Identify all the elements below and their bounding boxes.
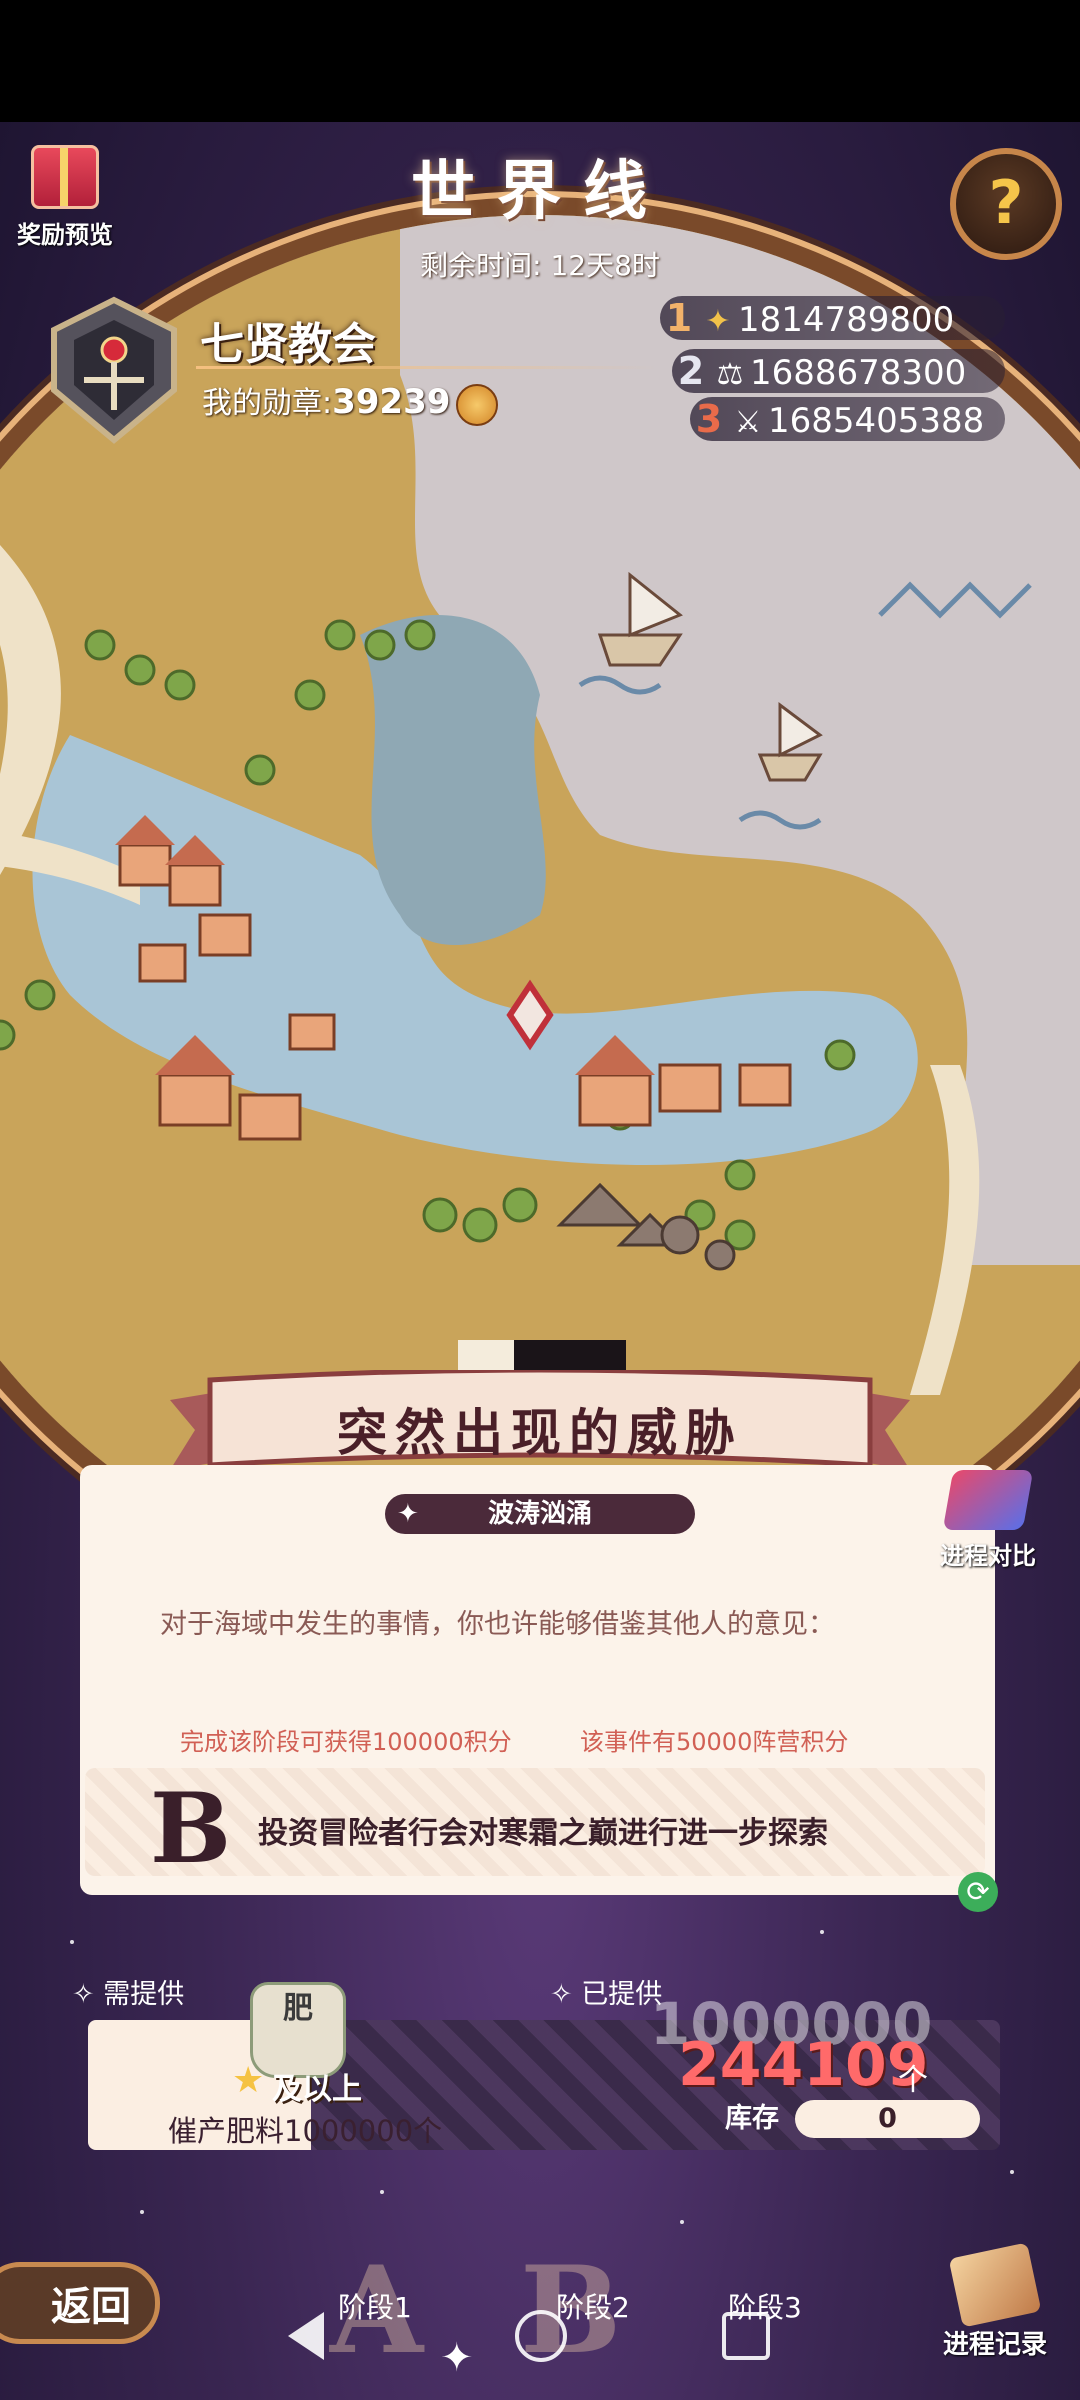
medal-icon — [456, 383, 499, 426]
faction-reward-note: 该事件有50000阵营积分 — [580, 1728, 849, 1756]
guild-name: 七贤教会 — [200, 319, 376, 370]
current-unit: 个 — [898, 2063, 928, 2098]
scroll-icon — [948, 2242, 1042, 2328]
nav-home-icon[interactable] — [515, 2310, 567, 2362]
stock-value: 0 — [878, 2103, 897, 2134]
sword-emblem-icon: ⚔ — [734, 405, 762, 440]
current-value: 244109 — [678, 2030, 929, 2100]
star-sparkle — [380, 2190, 384, 2194]
scale-emblem-icon: ⚖ — [716, 357, 744, 392]
tier-label: 及以上 — [272, 2072, 362, 2107]
tab-stage-2[interactable]: 阶段2 — [556, 2286, 630, 2326]
stock-display: 库存 0 — [725, 2100, 980, 2138]
stage-name-pill: 波涛汹涌 — [385, 1494, 695, 1534]
provided-label: ✧ 已提供 — [550, 1979, 663, 2010]
choice-text: 投资冒险者行会对寒霜之巅进行进一步探索 — [258, 1816, 828, 1851]
remaining-time: 剩余时间: 12天8时 — [420, 249, 660, 282]
wing-emblem-icon: ✦ — [705, 304, 731, 339]
guild-emblem-icon — [51, 296, 177, 444]
help-button[interactable]: ? — [950, 148, 1062, 260]
star-sparkle — [1010, 2170, 1014, 2174]
compare-chart-icon — [942, 1470, 1034, 1530]
nav-recent-apps-icon[interactable] — [722, 2312, 770, 2360]
rank-row-2[interactable]: 2 ⚖ 1688678300 — [672, 349, 1005, 393]
star-sparkle — [820, 1930, 824, 1934]
star-sparkle — [70, 1940, 74, 1944]
page-title: 世界线 — [411, 154, 669, 229]
refresh-icon[interactable]: ⟳ — [958, 1872, 998, 1912]
progress-compare-label: 进程对比 — [940, 1542, 1036, 1570]
stage-name: 波涛汹涌 — [487, 1499, 592, 1529]
question-icon: ? — [988, 168, 1024, 238]
rank-score: 1688678300 — [750, 353, 967, 393]
progress-record-button[interactable]: 进程记录 — [940, 2242, 1050, 2361]
stage-reward-note: 完成该阶段可获得100000积分 — [180, 1728, 512, 1756]
star-sparkle — [680, 2220, 684, 2224]
back-button[interactable]: 返回 — [0, 2262, 160, 2344]
event-description: 对于海域中发生的事情，你也许能够借鉴其他人的意见： — [160, 1609, 835, 1640]
star-icon: ★ — [232, 2060, 265, 2101]
stock-label: 库存 — [725, 2103, 779, 2134]
tab-stage-1[interactable]: 阶段1 — [338, 2286, 412, 2326]
game-screen: { "header": { "title": "世界线", "remaining… — [0, 0, 1080, 2400]
back-label: 返回 — [51, 2284, 131, 2330]
rank-number: 2 — [677, 349, 705, 393]
need-label-text: 需提供 — [103, 1979, 185, 2010]
progress-compare-button[interactable]: 进程对比 — [928, 1470, 1048, 1571]
need-label: ✧ 需提供 — [72, 1979, 185, 2010]
nav-back-icon[interactable] — [288, 2312, 324, 2360]
rank-row-1[interactable]: 1 ✦ 1814789800 — [660, 296, 1005, 340]
medal-label: 我的勋章: — [202, 386, 333, 421]
medal-value: 39239 — [332, 382, 451, 422]
requirement-text: 催产肥料1000000个 — [168, 2114, 443, 2148]
rank-score: 1685405388 — [768, 401, 985, 441]
event-title: 突然出现的威胁 — [337, 1404, 743, 1462]
rank-number: 1 — [665, 296, 693, 340]
divider — [196, 366, 656, 369]
progress-record-label: 进程记录 — [942, 2330, 1047, 2360]
sparkle-icon: ✦ — [440, 2335, 474, 2381]
choice-letter: B — [150, 1772, 232, 1885]
rank-row-3[interactable]: 3 ⚔ 1685405388 — [690, 397, 1005, 441]
rank-number: 3 — [695, 397, 723, 441]
fertilizer-glyph: 肥 — [283, 1991, 313, 2026]
star-sparkle — [140, 2210, 144, 2214]
my-medals: 我的勋章:39239 — [202, 378, 499, 426]
rank-score: 1814789800 — [738, 300, 955, 340]
status-bar-area — [0, 0, 1080, 122]
